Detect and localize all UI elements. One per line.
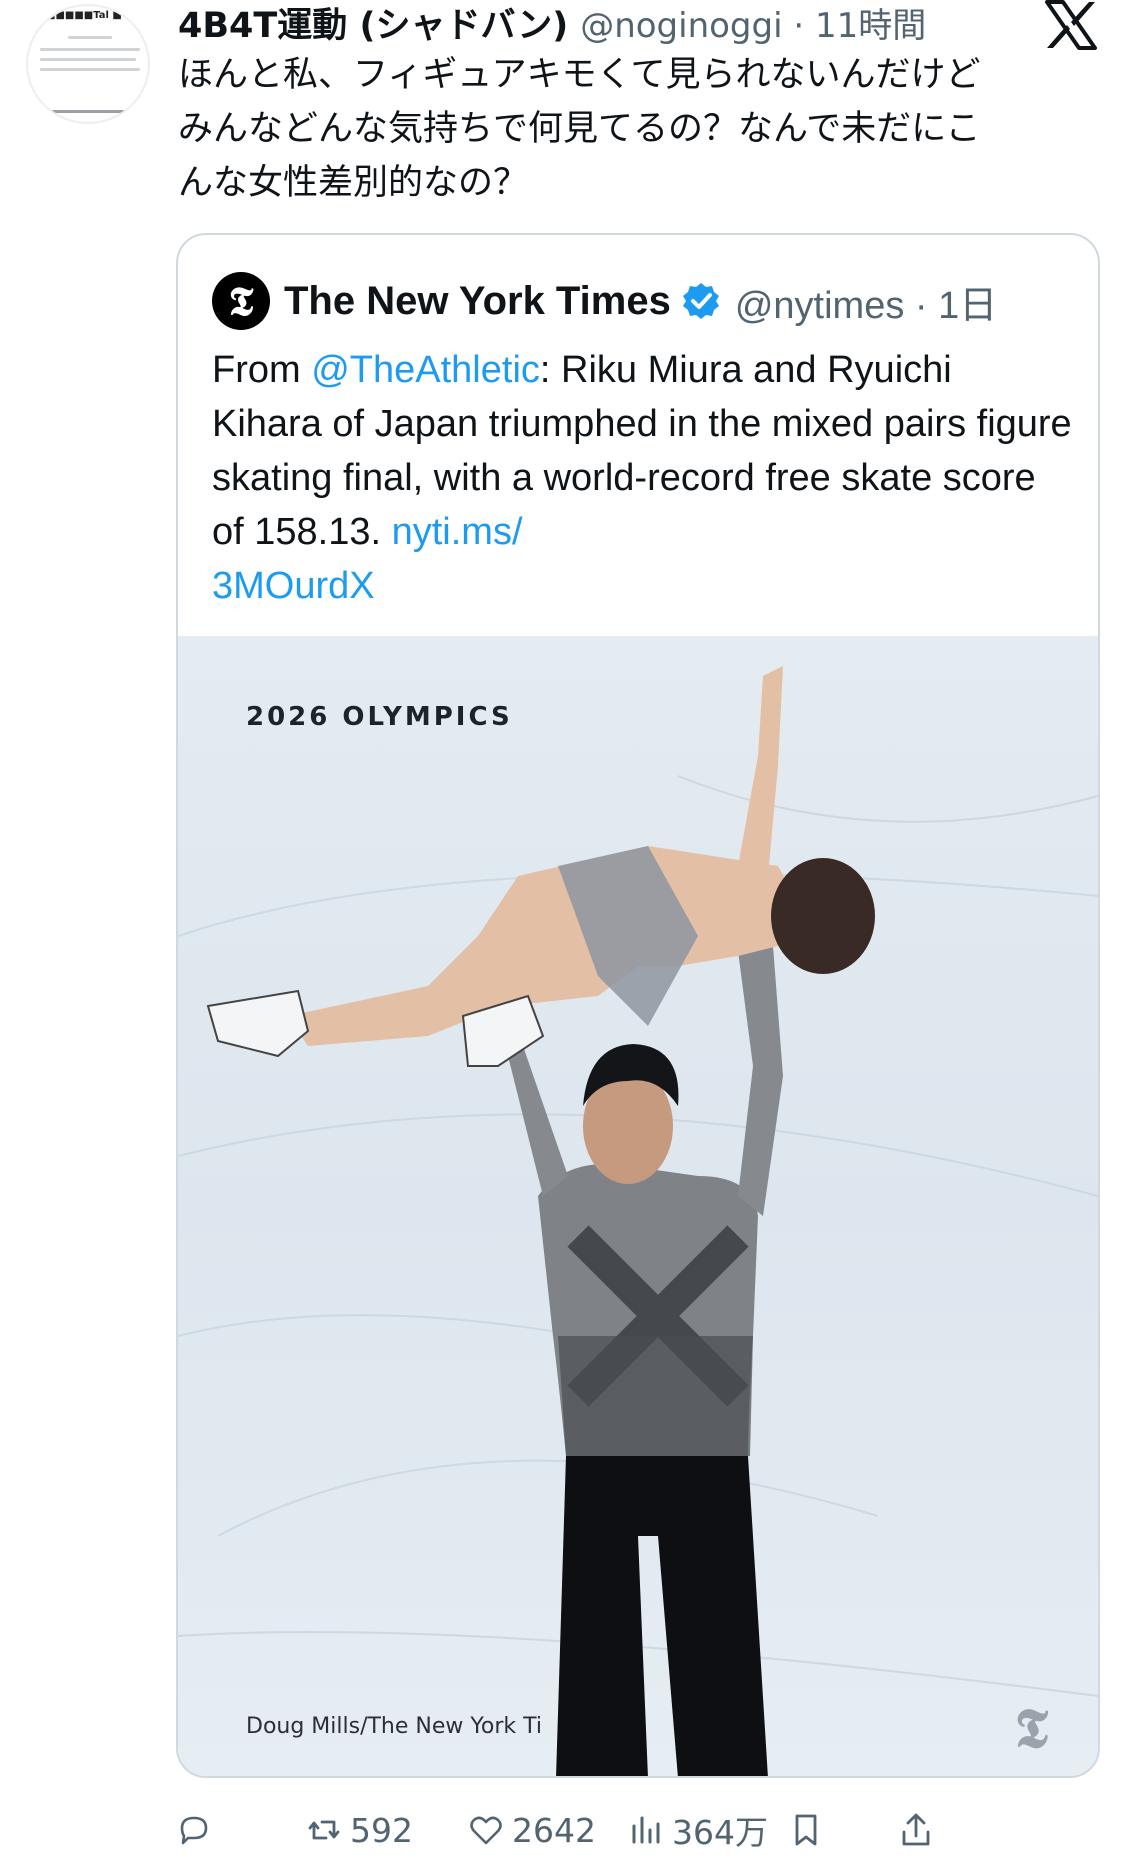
author-name[interactable]: 4B4T運動 (シャドバン) bbox=[178, 0, 568, 45]
quoted-author-name[interactable]: The New York Times bbox=[284, 279, 671, 324]
nyt-logo-letter: 𝕿 bbox=[228, 277, 254, 325]
short-link-part: nyti.ms/ bbox=[391, 511, 523, 553]
quoted-author-handle[interactable]: @nytimes · 1日 bbox=[735, 274, 997, 329]
bookmark-icon bbox=[795, 1814, 817, 1846]
avatar-line bbox=[40, 68, 140, 71]
views-count: 364万 bbox=[672, 1813, 768, 1852]
skaters-illustration bbox=[178, 666, 1098, 1776]
nyt-logo-icon[interactable]: 𝕿 bbox=[212, 272, 270, 330]
share-button[interactable] bbox=[898, 1808, 934, 1852]
man-right-arm bbox=[738, 946, 783, 1216]
quoted-tweet-header: 𝕿 The New York Times @nytimes · 1日 bbox=[212, 272, 997, 330]
retweet-button[interactable]: 592 bbox=[306, 1808, 413, 1852]
photo-credit: Doug Mills/The New York Ti bbox=[246, 1714, 543, 1739]
skate-left bbox=[206, 989, 310, 1058]
views-button[interactable]: 364万 bbox=[628, 1808, 768, 1852]
author-handle[interactable]: @noginoggi · 11時間 bbox=[580, 0, 926, 45]
reply-icon bbox=[180, 1816, 208, 1845]
retweet-icon bbox=[308, 1820, 340, 1840]
reply-button[interactable] bbox=[176, 1808, 212, 1852]
avatar[interactable]: ■■■■■Tal ■ bbox=[26, 4, 150, 124]
like-button[interactable]: 2642 bbox=[468, 1808, 596, 1852]
verified-badge-icon bbox=[682, 283, 719, 319]
woman-head bbox=[771, 858, 875, 974]
views-chart-icon bbox=[632, 1816, 660, 1844]
avatar-title: ■■■■■Tal ■ bbox=[46, 10, 122, 21]
x-logo-icon bbox=[1045, 0, 1097, 50]
photo-label: 2026 OLYMPICS bbox=[246, 702, 513, 732]
man-legs bbox=[556, 1456, 768, 1776]
bookmark-button[interactable] bbox=[788, 1808, 824, 1852]
quoted-tweet-card[interactable]: 𝕿 The New York Times @nytimes · 1日 From … bbox=[176, 233, 1100, 1778]
tweet-text: ほんと私、フィギュアキモくて見られないんだけど みんなどんな気持ちで何見てるの？… bbox=[178, 55, 981, 203]
avatar-line bbox=[40, 48, 140, 51]
retweet-count: 592 bbox=[350, 1810, 413, 1850]
action-bar: 592 2642 364万 bbox=[176, 1808, 1116, 1852]
share-icon bbox=[902, 1813, 930, 1846]
short-link-part: 3MOurdX bbox=[212, 565, 375, 607]
quoted-text-segment: From bbox=[212, 349, 312, 391]
article-photo[interactable]: 2026 OLYMPICS Doug Mills/The New York Ti… bbox=[178, 636, 1098, 1776]
nyt-watermark-icon: 𝕿 bbox=[1014, 1696, 1048, 1760]
avatar-line bbox=[50, 110, 130, 113]
heart-icon bbox=[470, 1816, 502, 1845]
mention-link[interactable]: @TheAthletic bbox=[311, 349, 540, 391]
woman-arm bbox=[738, 666, 783, 876]
woman-body bbox=[288, 846, 818, 1046]
tweet-header: 4B4T運動 (シャドバン) @noginoggi · 11時間 bbox=[178, 0, 1058, 45]
like-count: 2642 bbox=[512, 1810, 596, 1850]
tweet-page: ■■■■■Tal ■ 4B4T運動 (シャドバン) @noginoggi · 1… bbox=[0, 0, 1125, 1855]
avatar-line bbox=[68, 36, 112, 39]
avatar-line bbox=[40, 58, 136, 61]
quoted-tweet-text: From @TheAthletic: Riku Miura and Ryuich… bbox=[212, 343, 1072, 613]
